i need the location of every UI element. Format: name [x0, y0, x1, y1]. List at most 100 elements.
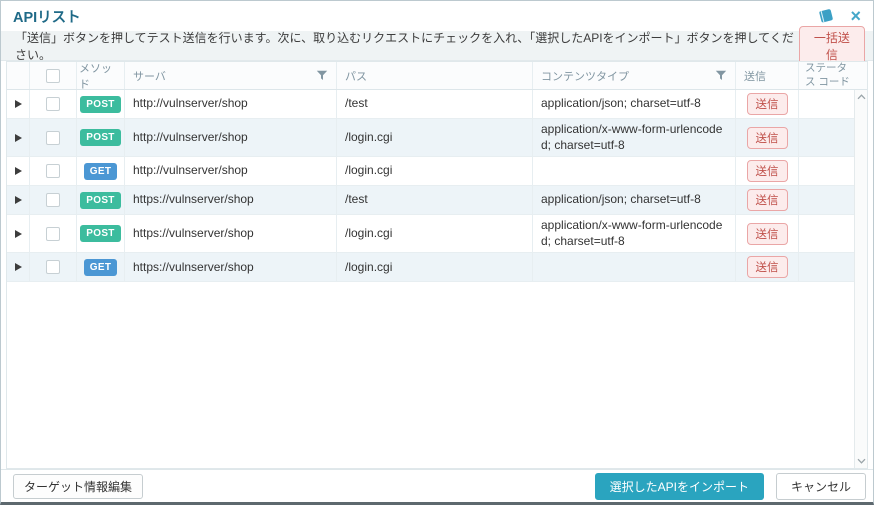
method-badge: GET: [83, 258, 118, 276]
title-bar: APIリスト ×: [1, 1, 873, 31]
table-row: GET http://vulnserver/shop/login.cgi 送信: [7, 157, 854, 187]
table-body: POST http://vulnserver/shop/test applicati…: [7, 90, 854, 283]
header-server-label: サーバ: [133, 70, 166, 83]
method-badge: GET: [83, 162, 118, 180]
method-badge: POST: [80, 225, 121, 243]
page-title: APIリスト: [13, 9, 81, 26]
checkbox-cell: [30, 119, 77, 157]
target-info-edit-button[interactable]: ターゲット情報編集: [13, 473, 144, 499]
server-cell: http://vulnserver/shop: [125, 119, 337, 157]
send-cell: 送信: [736, 253, 799, 282]
method-cell: POST: [77, 186, 125, 215]
row-checkbox[interactable]: [46, 130, 60, 145]
send-cell: 送信: [736, 186, 799, 215]
send-cell: 送信: [736, 119, 799, 157]
checkbox-cell: [30, 215, 77, 253]
table-row: POST https://vulnserver/shop/test applicat…: [7, 186, 854, 216]
method-cell: GET: [77, 253, 125, 282]
header-method: メソッド: [77, 62, 125, 91]
status-code-cell: [799, 90, 854, 118]
send-button[interactable]: 送信: [746, 256, 788, 279]
status-code-cell: [799, 215, 854, 252]
header-server: サーバ: [125, 62, 337, 89]
checkbox-cell: [30, 253, 77, 282]
path-cell: /test: [337, 186, 533, 215]
content-type-cell: [533, 157, 736, 186]
header-status-code: ステータス コード: [805, 62, 850, 88]
send-button[interactable]: 送信: [746, 126, 788, 149]
content-type-cell: [533, 253, 736, 282]
expand-arrow-icon[interactable]: [14, 133, 22, 142]
footer-bar: ターゲット情報編集 選択したAPIをインポート キャンセル: [1, 469, 873, 502]
row-checkbox[interactable]: [46, 164, 60, 179]
cancel-button[interactable]: キャンセル: [775, 472, 866, 500]
header-content-type-label: コンテンツタイプ: [541, 70, 629, 83]
expand-arrow-icon[interactable]: [14, 263, 22, 272]
header-content-type: コンテンツタイプ: [533, 62, 736, 89]
row-checkbox[interactable]: [46, 97, 60, 111]
close-icon[interactable]: ×: [850, 7, 861, 25]
table-header-row: メソッド サーバ パス コンテンツタイプ 送信 ステータス コード: [7, 62, 867, 91]
expand-arrow-icon[interactable]: [14, 167, 22, 176]
vertical-scrollbar[interactable]: [854, 90, 867, 468]
server-cell: https://vulnserver/shop: [125, 186, 337, 215]
content-type-cell: application/x-www-form-urlencoded; chars…: [533, 215, 736, 253]
scroll-up-icon[interactable]: [857, 94, 866, 100]
path-cell: /login.cgi: [337, 157, 533, 186]
method-cell: POST: [77, 90, 125, 118]
filter-icon[interactable]: [316, 70, 328, 81]
checkbox-cell: [30, 157, 77, 186]
expand-cell: [7, 157, 30, 186]
instruction-text: 「送信」ボタンを押してテスト送信を行います。次に、取り込むリクエストにチェックを…: [15, 30, 794, 62]
send-button[interactable]: 送信: [746, 222, 788, 245]
import-selected-api-button[interactable]: 選択したAPIをインポート: [594, 472, 764, 500]
instruction-bar: 「送信」ボタンを押してテスト送信を行います。次に、取り込むリクエストにチェックを…: [1, 25, 873, 66]
checkbox-cell: [30, 90, 77, 118]
expand-cell: [7, 119, 30, 157]
send-button[interactable]: 送信: [746, 189, 788, 212]
status-code-cell: [799, 186, 854, 214]
expand-arrow-icon[interactable]: [14, 100, 22, 108]
server-cell: http://vulnserver/shop: [125, 157, 337, 186]
expand-cell: [7, 253, 30, 282]
method-cell: POST: [77, 119, 125, 157]
send-cell: 送信: [736, 215, 799, 253]
expand-arrow-icon[interactable]: [14, 229, 22, 238]
status-code-cell: [799, 119, 854, 156]
send-cell: 送信: [736, 90, 799, 118]
filter-icon[interactable]: [715, 70, 727, 81]
content-type-cell: application/json; charset=utf-8: [533, 90, 736, 118]
select-all-checkbox[interactable]: [46, 68, 60, 83]
send-cell: 送信: [736, 157, 799, 186]
method-badge: POST: [80, 95, 121, 113]
expand-arrow-icon[interactable]: [14, 196, 22, 205]
expand-cell: [7, 90, 30, 118]
status-code-cell: [799, 157, 854, 185]
status-code-cell: [799, 253, 854, 281]
row-checkbox[interactable]: [46, 226, 60, 241]
path-cell: /login.cgi: [337, 119, 533, 157]
checkbox-cell: [30, 186, 77, 215]
expand-cell: [7, 215, 30, 253]
batch-send-button[interactable]: 一括送信: [798, 25, 865, 66]
method-badge: POST: [80, 191, 121, 209]
table-row: POST http://vulnserver/shop/test applicati…: [7, 90, 854, 119]
path-cell: /login.cgi: [337, 215, 533, 253]
header-send: 送信: [736, 62, 799, 89]
table-row: POST http://vulnserver/shop/login.cgi appl…: [7, 119, 854, 158]
send-button[interactable]: 送信: [746, 160, 788, 183]
path-cell: /login.cgi: [337, 253, 533, 282]
header-expand: [7, 62, 30, 89]
scroll-down-icon[interactable]: [857, 458, 866, 464]
header-path: パス: [337, 62, 533, 89]
send-button[interactable]: 送信: [746, 93, 788, 115]
row-checkbox[interactable]: [46, 193, 60, 208]
method-cell: GET: [77, 157, 125, 186]
manual-book-icon[interactable]: [817, 8, 836, 25]
server-cell: https://vulnserver/shop: [125, 253, 337, 282]
title-icons: ×: [817, 7, 861, 25]
content-type-cell: application/x-www-form-urlencoded; chars…: [533, 119, 736, 157]
row-checkbox[interactable]: [46, 260, 60, 275]
table-row: POST https://vulnserver/shop/login.cgi app…: [7, 215, 854, 254]
method-cell: POST: [77, 215, 125, 253]
